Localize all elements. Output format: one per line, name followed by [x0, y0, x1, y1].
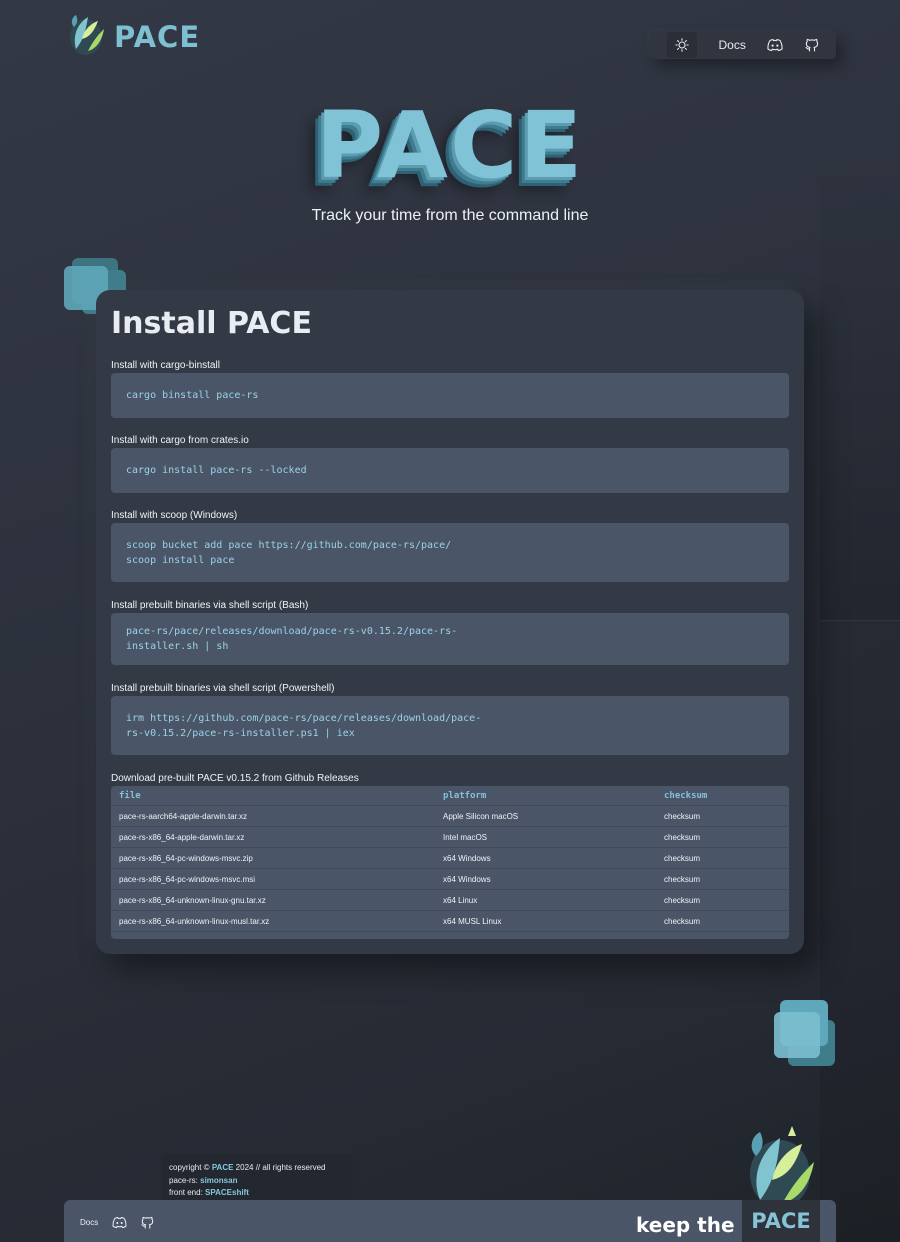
- table-row: pace-rs-x86_64-pc-windows-msvc.msi x64 W…: [111, 869, 789, 890]
- code-block-scoop[interactable]: scoop bucket add pace https://github.com…: [111, 523, 789, 582]
- table-row: pace-rs-x86_64-apple-darwin.tar.xz Intel…: [111, 827, 789, 848]
- code-line: cargo binstall pace-rs: [126, 390, 259, 401]
- frontend-credit: front end: SPACEshift: [169, 1187, 346, 1200]
- section-label: Install with cargo from crates.io: [111, 435, 249, 446]
- background-panel-lower: [820, 620, 900, 1242]
- keep-the-text: keep the: [636, 1213, 735, 1237]
- credit-label: pace-rs:: [169, 1175, 201, 1185]
- copyright-brand: PACE: [211, 1163, 234, 1172]
- platform-cell: Intel macOS: [443, 832, 488, 842]
- keep-pace-brand: PACE: [742, 1200, 820, 1242]
- platform-cell: Apple Silicon macOS: [443, 811, 519, 821]
- docs-link[interactable]: Docs: [718, 38, 745, 52]
- pace-rs-credit: pace-rs: simonsan: [169, 1175, 346, 1188]
- code-line: installer.sh | sh: [126, 641, 229, 652]
- github-icon[interactable]: [141, 1216, 154, 1229]
- code-line: scoop install pace: [126, 554, 235, 566]
- code-line: scoop bucket add pace https://github.com…: [126, 539, 452, 551]
- code-block-binstall[interactable]: cargo binstall pace-rs: [111, 373, 789, 418]
- copyright-line: copyright © PACE 2024 // all rights rese…: [169, 1162, 346, 1175]
- file-link[interactable]: pace-rs-x86_64-pc-windows-msvc.zip: [111, 854, 443, 863]
- section-label: Install with scoop (Windows): [111, 510, 238, 521]
- code-line: pace-rs/pace/releases/download/pace-rs-v…: [126, 626, 458, 637]
- column-header: checksum: [664, 790, 708, 801]
- file-link[interactable]: pace-rs-x86_64-unknown-linux-gnu.tar.xz: [111, 896, 443, 905]
- footer-links: Docs: [80, 1216, 154, 1229]
- sun-icon: [675, 38, 689, 52]
- theme-toggle-button[interactable]: [666, 32, 697, 58]
- file-link[interactable]: pace-rs-x86_64-unknown-linux-musl.tar.xz: [111, 917, 443, 926]
- top-nav: Docs: [650, 31, 836, 59]
- install-card: Install PACE Install with cargo-binstall…: [96, 290, 804, 954]
- code-block-powershell[interactable]: irm https://github.com/pace-rs/pace/rele…: [111, 696, 789, 755]
- credit-author-link[interactable]: simonsan: [200, 1176, 237, 1185]
- downloads-table: file platform checksum pace-rs-aarch64-a…: [111, 786, 789, 939]
- footer-bar: Docs keep the PACE: [64, 1200, 836, 1242]
- platform-cell: x64 Windows: [443, 853, 491, 863]
- checksum-link[interactable]: checksum: [664, 812, 789, 821]
- footer-docs-link[interactable]: Docs: [80, 1218, 98, 1227]
- decor-square: [774, 1012, 820, 1058]
- code-line: irm https://github.com/pace-rs/pace/rele…: [126, 712, 482, 724]
- checksum-link[interactable]: checksum: [664, 854, 789, 863]
- code-line: cargo install pace-rs --locked: [126, 465, 307, 476]
- platform-cell: x64 MUSL Linux: [443, 916, 502, 926]
- credit-label: front end:: [169, 1188, 206, 1197]
- table-row: pace-rs-x86_64-unknown-linux-musl.tar.xz…: [111, 911, 789, 932]
- file-link[interactable]: pace-rs-x86_64-apple-darwin.tar.xz: [111, 833, 443, 842]
- table-header: file platform checksum: [111, 786, 789, 806]
- credit-author-link[interactable]: SPACEshift: [205, 1188, 249, 1197]
- table-row: pace-rs-aarch64-apple-darwin.tar.xz Appl…: [111, 806, 789, 827]
- column-header: file: [119, 790, 141, 801]
- github-icon: [805, 38, 819, 52]
- header-logo[interactable]: PACE: [64, 9, 200, 59]
- discord-link[interactable]: [767, 39, 784, 51]
- section-label: Install prebuilt binaries via shell scri…: [111, 600, 309, 611]
- checksum-link[interactable]: checksum: [664, 833, 789, 842]
- table-row: pace-rs-x86_64-unknown-linux-gnu.tar.xz …: [111, 890, 789, 911]
- discord-icon[interactable]: [112, 1217, 127, 1228]
- hero-subtitle: Track your time from the command line: [311, 207, 589, 224]
- code-block-bash[interactable]: pace-rs/pace/releases/download/pace-rs-v…: [111, 613, 789, 665]
- code-block-cargo[interactable]: cargo install pace-rs --locked: [111, 448, 789, 493]
- discord-icon: [767, 39, 784, 51]
- checksum-link[interactable]: checksum: [664, 875, 789, 884]
- copyright-prefix: copyright ©: [169, 1163, 212, 1172]
- install-title: Install PACE: [111, 306, 312, 341]
- table-row: pace-rs-x86_64-pc-windows-msvc.zip x64 W…: [111, 848, 789, 869]
- platform-cell: x64 Linux: [443, 895, 478, 905]
- file-link[interactable]: pace-rs-x86_64-pc-windows-msvc.msi: [111, 875, 443, 884]
- checksum-link[interactable]: checksum: [664, 917, 789, 926]
- checksum-link[interactable]: checksum: [664, 896, 789, 905]
- logo-text: PACE: [114, 20, 201, 54]
- downloads-label: Download pre-built PACE v0.15.2 from Git…: [111, 773, 359, 784]
- platform-cell: x64 Windows: [443, 874, 491, 884]
- file-link[interactable]: pace-rs-aarch64-apple-darwin.tar.xz: [111, 812, 443, 821]
- leaf-logo-icon: [70, 15, 104, 55]
- copyright-suffix: 2024 // all rights reserved: [233, 1163, 326, 1172]
- section-label: Install with cargo-binstall: [111, 360, 220, 371]
- code-line: rs-v0.15.2/pace-rs-installer.ps1 | iex: [126, 727, 355, 739]
- column-header: platform: [443, 790, 487, 801]
- hero-title: PACE: [315, 92, 585, 199]
- section-label: Install prebuilt binaries via shell scri…: [111, 683, 335, 694]
- github-link[interactable]: [805, 38, 819, 52]
